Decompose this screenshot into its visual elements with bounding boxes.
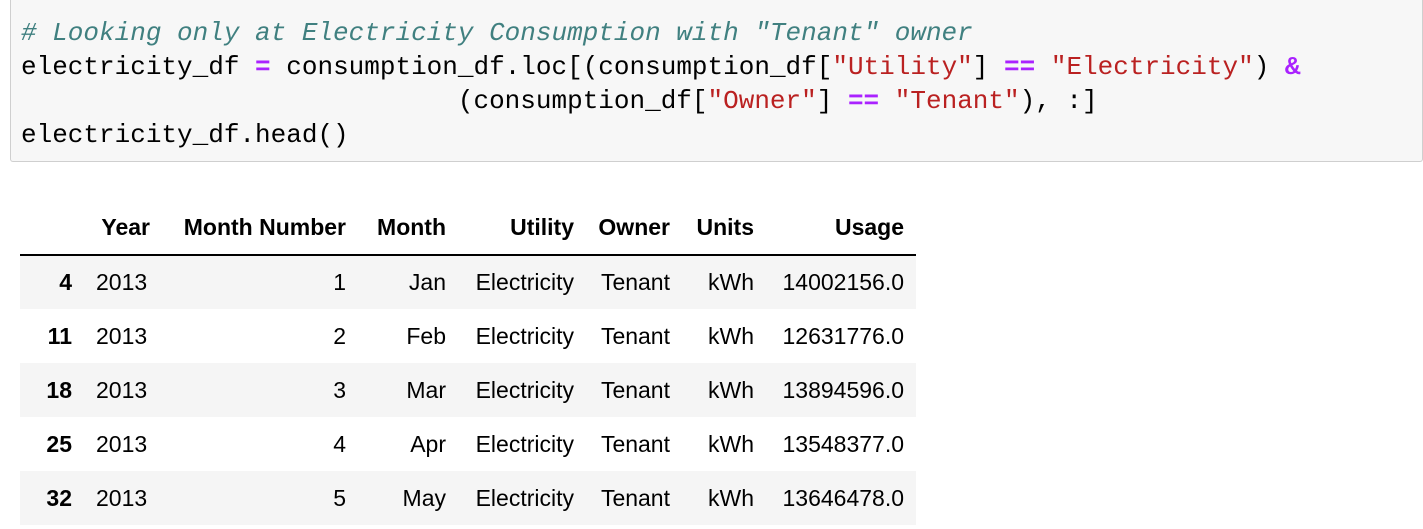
cell-output: Year Month Number Month Utility Owner Un… <box>20 200 916 525</box>
cell-month: Mar <box>406 376 446 403</box>
table-row: 32 2013 5 May Electricity Tenant kWh 136… <box>20 471 916 525</box>
code-expression: ), :] <box>1019 86 1098 116</box>
dataframe-table: Year Month Number Month Utility Owner Un… <box>20 200 916 525</box>
cell-usage: 12631776.0 <box>782 322 904 349</box>
column-header-usage: Usage <box>766 200 916 256</box>
cell-usage: 13894596.0 <box>782 376 904 403</box>
equality-operator: == <box>1004 52 1036 82</box>
code-line-2: electricity_df = consumption_df.loc[(con… <box>21 50 1422 84</box>
column-header-units: Units <box>682 200 766 256</box>
cell-month-number: 4 <box>333 430 346 457</box>
row-index: 25 <box>46 430 72 457</box>
cell-owner: Tenant <box>600 322 670 349</box>
cell-units: kWh <box>708 269 754 295</box>
cell-month-number: 1 <box>333 269 346 295</box>
equality-operator: == <box>847 86 880 116</box>
cell-utility: Electricity <box>475 484 574 511</box>
cell-usage: 13646478.0 <box>782 484 904 511</box>
row-index: 11 <box>47 322 72 349</box>
cell-units: kWh <box>708 322 754 349</box>
code-variable: electricity_df <box>21 52 256 82</box>
cell-year: 2013 <box>96 430 148 457</box>
table-row: 18 2013 3 Mar Electricity Tenant kWh 138… <box>20 363 916 417</box>
cell-month: May <box>402 484 446 511</box>
cell-utility: Electricity <box>475 430 574 457</box>
string-literal-utility: "Utility" <box>832 52 973 82</box>
column-header-utility: Utility <box>458 200 586 256</box>
column-header-month: Month <box>358 200 458 256</box>
table-body: 4 2013 1 Jan Electricity Tenant kWh 1400… <box>20 255 916 525</box>
cell-usage: 14002156.0 <box>782 269 904 295</box>
code-line-4: electricity_df.head() <box>21 118 1422 152</box>
code-comment: # Looking only at Electricity Consumptio… <box>21 18 973 48</box>
assign-operator: = <box>255 52 271 82</box>
column-header-month-number: Month Number <box>162 200 358 256</box>
cell-owner: Tenant <box>600 484 670 511</box>
column-header-owner: Owner <box>586 200 682 256</box>
code-expression: ) <box>1253 52 1285 82</box>
cell-month-number: 5 <box>333 484 346 511</box>
code-editor[interactable]: # Looking only at Electricity Consumptio… <box>21 16 1422 152</box>
code-expression: ] <box>972 52 1005 82</box>
column-header-year: Year <box>84 200 162 256</box>
row-index: 18 <box>46 376 72 403</box>
cell-units: kWh <box>708 430 754 457</box>
cell-utility: Electricity <box>475 322 574 349</box>
cell-owner: Tenant <box>600 269 670 295</box>
cell-month-number: 3 <box>333 376 346 403</box>
table-row: 11 2013 2 Feb Electricity Tenant kWh 126… <box>20 309 916 363</box>
cell-year: 2013 <box>96 269 148 295</box>
row-index: 32 <box>46 484 72 511</box>
cell-month: Jan <box>408 269 446 295</box>
table-row: 25 2013 4 Apr Electricity Tenant kWh 135… <box>20 417 916 471</box>
cell-month: Apr <box>410 430 446 457</box>
cell-month: Feb <box>406 322 446 349</box>
string-literal-electricity: "Electricity" <box>1050 52 1254 82</box>
cell-units: kWh <box>708 376 754 403</box>
cell-units: kWh <box>708 484 754 511</box>
table-header: Year Month Number Month Utility Owner Un… <box>20 200 916 256</box>
code-cell-input[interactable]: # Looking only at Electricity Consumptio… <box>10 0 1423 162</box>
cell-utility: Electricity <box>475 269 574 295</box>
cell-usage: 13548377.0 <box>782 430 904 457</box>
table-row: 4 2013 1 Jan Electricity Tenant kWh 1400… <box>20 255 916 309</box>
cell-year: 2013 <box>96 322 148 349</box>
code-expression: ] <box>816 86 848 116</box>
cell-year: 2013 <box>96 484 148 511</box>
header-row: Year Month Number Month Utility Owner Un… <box>20 200 916 256</box>
cell-owner: Tenant <box>600 430 670 457</box>
string-literal-owner: "Owner" <box>707 86 817 116</box>
code-expression: electricity_df.head() <box>21 120 349 150</box>
and-operator: & <box>1284 52 1301 82</box>
cell-utility: Electricity <box>475 376 574 403</box>
row-index: 4 <box>59 269 72 295</box>
column-header-index <box>20 200 84 256</box>
cell-year: 2013 <box>96 376 148 403</box>
code-line-3: (consumption_df["Owner"] == "Tenant"), :… <box>21 84 1422 118</box>
cell-month-number: 2 <box>333 322 346 349</box>
string-literal-tenant: "Tenant" <box>894 86 1020 116</box>
code-line-1: # Looking only at Electricity Consumptio… <box>21 16 1422 50</box>
code-expression: (consumption_df[ <box>457 86 708 116</box>
code-expression: consumption_df.loc[(consumption_df[ <box>270 52 833 82</box>
cell-owner: Tenant <box>600 376 670 403</box>
